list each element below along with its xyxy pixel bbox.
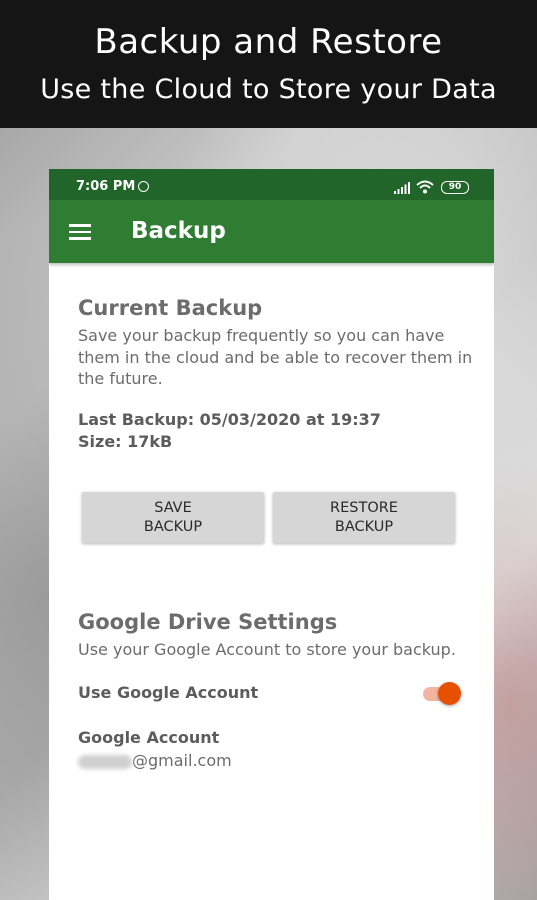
google-account-label: Google Account xyxy=(78,728,220,747)
screenshot-page: Backup and Restore Use the Cloud to Stor… xyxy=(0,0,537,900)
wifi-icon xyxy=(416,180,434,194)
phone-screen: 7:06 PM 90 Backup Current Backup Save yo… xyxy=(49,169,494,900)
signal-icon xyxy=(394,182,410,194)
promo-banner: Backup and Restore Use the Cloud to Stor… xyxy=(0,0,537,128)
app-title: Backup xyxy=(131,218,226,244)
save-backup-button[interactable]: SAVE BACKUP xyxy=(82,492,264,543)
status-time: 7:06 PM xyxy=(76,179,136,194)
restore-backup-button[interactable]: RESTORE BACKUP xyxy=(273,492,455,543)
redacted-email-username xyxy=(78,754,132,769)
last-backup-info: Last Backup: 05/03/2020 at 19:37 xyxy=(78,410,381,429)
backup-size-info: Size: 17kB xyxy=(78,432,173,451)
alarm-icon xyxy=(138,181,149,192)
restore-backup-label: RESTORE BACKUP xyxy=(330,500,398,535)
status-bar: 7:06 PM 90 xyxy=(49,169,494,200)
hamburger-menu-icon[interactable] xyxy=(69,224,91,240)
use-google-account-toggle[interactable] xyxy=(423,682,461,705)
google-account-email: @gmail.com xyxy=(78,751,232,770)
promo-subtitle: Use the Cloud to Store your Data xyxy=(40,74,497,105)
google-drive-settings-title: Google Drive Settings xyxy=(78,610,338,634)
email-domain: @gmail.com xyxy=(132,751,232,770)
use-google-account-label: Use Google Account xyxy=(78,683,259,702)
promo-title: Backup and Restore xyxy=(94,22,443,62)
google-drive-description: Use your Google Account to store your ba… xyxy=(78,640,456,659)
app-bar: Backup xyxy=(49,200,494,263)
save-backup-label: SAVE BACKUP xyxy=(143,500,203,535)
battery-icon: 90 xyxy=(441,181,469,194)
toggle-thumb xyxy=(438,682,461,705)
current-backup-description: Save your backup frequently so you can h… xyxy=(78,326,473,388)
current-backup-title: Current Backup xyxy=(78,296,263,320)
